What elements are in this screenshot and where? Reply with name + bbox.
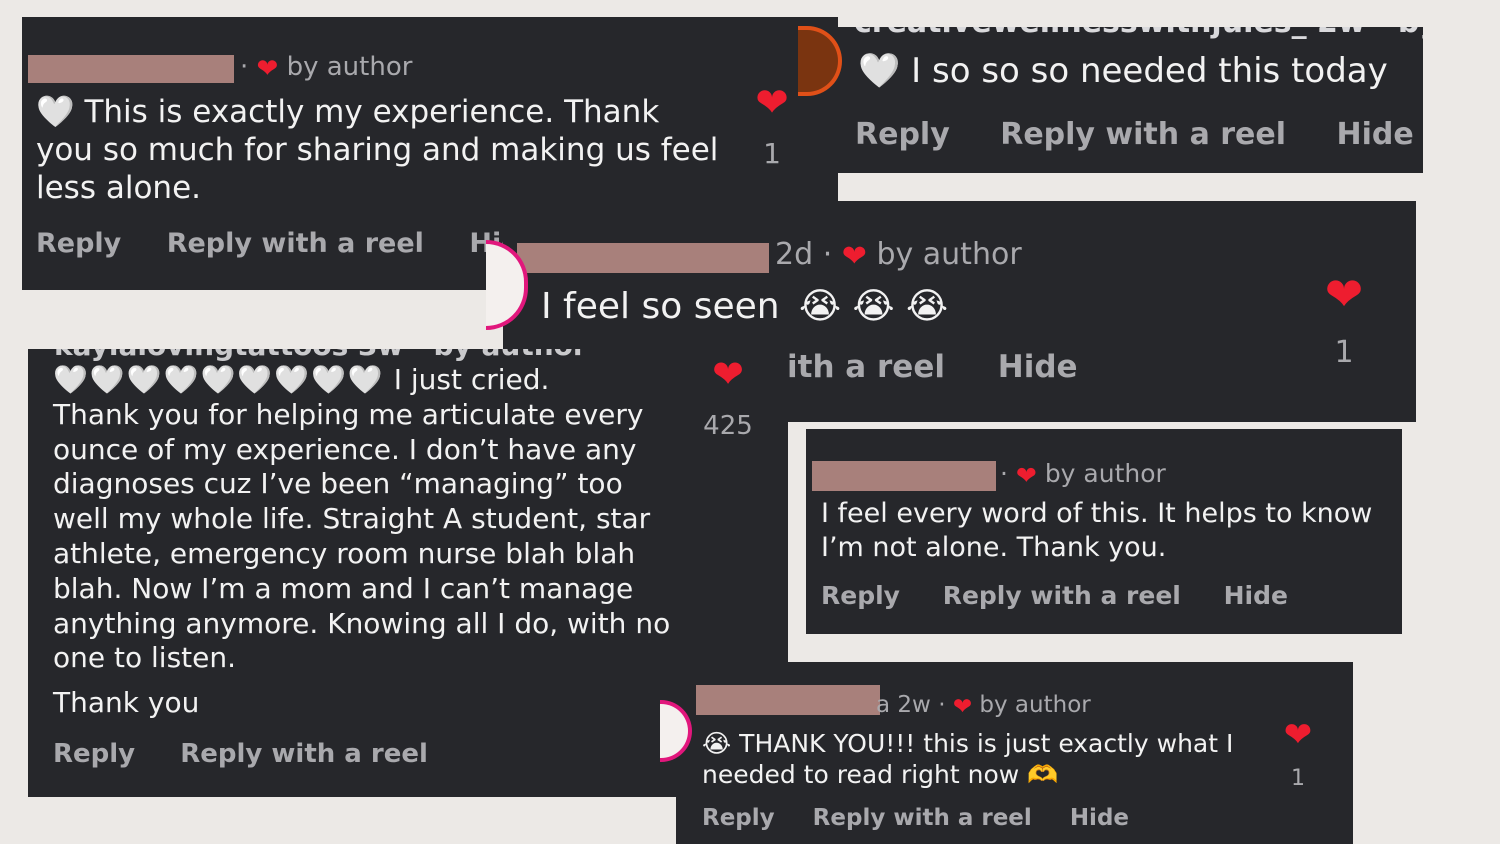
like-count: 1 [763,137,781,170]
reply-with-reel-button[interactable]: Reply with a reel [180,739,428,769]
author-liked-heart-icon: ❤ [841,239,867,274]
redacted-username [517,243,769,273]
comment-text: I feel every word of this. It helps to k… [821,498,1373,563]
like-count: 1 [1334,335,1354,370]
comment-closing: Thank you [53,686,200,720]
comment-actions: Reply Reply with a reel [53,739,428,769]
reply-with-reel-button[interactable]: Reply with a reel [813,805,1032,831]
comment-line: Thank you for helping me articulate ever… [53,397,644,431]
redacted-username [812,461,996,491]
comment-text: 🤍🤍🤍🤍🤍🤍🤍🤍🤍 I just cried. Thank you for he… [53,363,693,721]
like-button[interactable]: ❤ 1 [1278,718,1318,791]
comment-meta: 2d · ❤ by author [775,237,1022,274]
hide-button[interactable]: Hide [1070,805,1129,831]
reply-with-reel-button[interactable]: Reply with a reel [1000,117,1286,152]
author-liked-heart-icon: ❤ [952,694,973,720]
comment-line: blah. Now I’m a mom and I can’t manage [53,571,634,605]
comment-header-cutoff: creativewellnesswithjules_ 2w · by [854,27,1423,40]
like-button[interactable]: ❤ 1 [1319,271,1369,370]
heart-icon[interactable]: ❤ [1278,718,1318,752]
author-liked-heart-icon: ❤ [256,54,279,84]
redacted-username [696,685,880,715]
by-author-label: by author [876,237,1022,272]
reply-with-reel-button[interactable]: Reply with a reel [943,581,1181,610]
by-author-label: by author [286,52,413,82]
heart-icon[interactable]: ❤ [1319,271,1369,317]
comment-line: well my whole life. Straight A student, … [53,502,651,536]
crying-face-icon: 😭 😭 😭 [799,286,949,327]
white-heart-icon: 🤍 [858,51,901,91]
by-author-label: by author [1044,459,1166,488]
comment-line: one to listen. [53,641,237,675]
heart-icon[interactable]: ❤ [750,83,794,123]
comment-actions: ith a reel Hide [787,349,1078,385]
reply-button[interactable]: Reply [36,228,121,259]
comment-card-6: a 2w · ❤ by author 😭 THANK YOU!!! this i… [676,662,1353,844]
reply-button[interactable]: Reply [821,581,900,610]
comment-actions: Reply Reply with a reel Hide [855,117,1414,152]
comment-meta: · ❤ by author [1000,459,1166,490]
hide-button[interactable]: Hide [998,349,1078,385]
reply-with-reel-button[interactable]: Reply with a reel [167,228,424,259]
comment-actions: Reply Reply with a reel Hide [821,581,1288,610]
comment-line: ounce of my experience. I don’t have any [53,432,637,466]
like-button[interactable]: ❤ 1 [750,83,794,170]
like-count: 1 [1291,766,1305,791]
heart-hands-icon: 🫶 [1027,760,1059,789]
redacted-username [28,55,234,83]
comment-card-2: creativewellnesswithjules_ 2w · by 🤍 I s… [838,27,1423,173]
like-count: 425 [703,411,753,441]
by-author-label: by author [979,692,1091,718]
comment-line: anything anymore. Knowing all I do, with… [53,606,671,640]
reply-with-reel-button[interactable]: ith a reel [787,349,945,385]
comment-meta: · ❤ by author [240,52,413,84]
comment-text: 🤍 I so so so needed this today [858,51,1388,91]
comment-text: 🤍 This is exactly my experience. Thank y… [36,94,719,206]
author-liked-heart-icon: ❤ [1015,461,1037,490]
comment-text: 😭 THANK YOU!!! this is just exactly what… [702,729,1234,789]
crying-face-icon: 😭 [702,729,732,758]
heart-icon[interactable]: ❤ [696,355,760,393]
reply-button[interactable]: Reply [702,805,775,831]
comment-card-5: · ❤ by author I feel every word of this.… [806,429,1402,634]
comment-line: athlete, emergency room nurse blah blah [53,536,636,570]
comment-line: diagnoses cuz I’ve been “managing” too [53,467,623,501]
comment-actions: Reply Reply with a reel Hide [702,805,1129,831]
comment-text: I feel so seen 😭 😭 😭 [541,286,949,327]
hide-button[interactable]: Hide [1336,117,1413,152]
comment-header-cutoff: kaylalovingtattoos 3w · by author [54,349,587,362]
white-heart-icon: 🤍 [36,94,75,130]
comment-meta: a 2w · ❤ by author [876,692,1091,720]
comment-actions: Reply Reply with a reel Hide [36,228,539,259]
like-button[interactable]: ❤ 425 [696,355,760,441]
white-heart-icon: 🤍🤍🤍🤍🤍🤍🤍🤍🤍 [53,363,385,396]
reply-button[interactable]: Reply [53,739,135,769]
reply-button[interactable]: Reply [855,117,950,152]
hide-button[interactable]: Hide [1224,581,1288,610]
